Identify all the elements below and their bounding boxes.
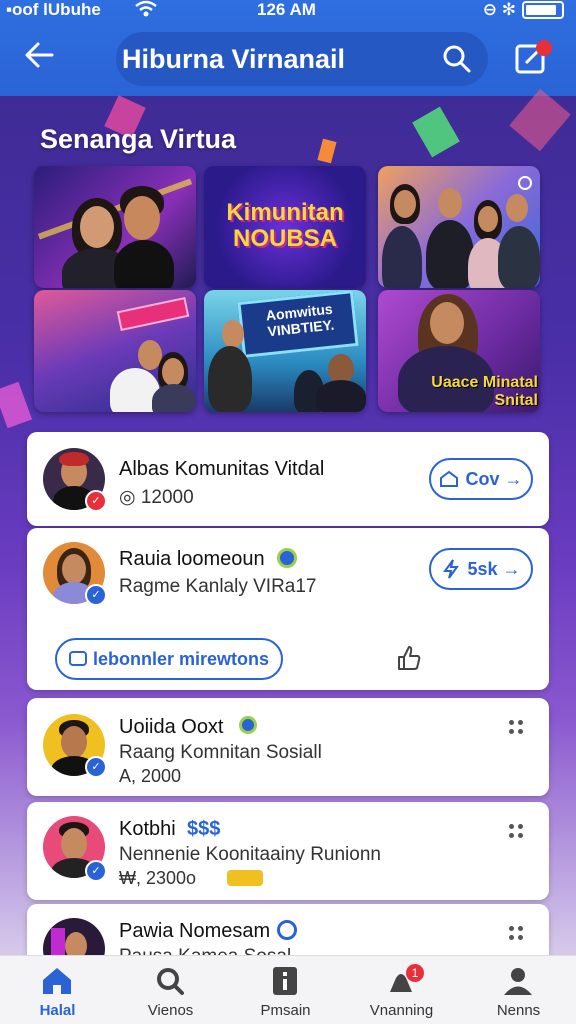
member-count: ◎ 12000 (119, 487, 194, 508)
card-name: Kotbhi (119, 818, 176, 840)
nav-info[interactable]: Pmsain (228, 956, 343, 1024)
featured-grid: Kimunitan NOUBSA Aomwitus VINBTIEY. Uaac… (34, 166, 544, 418)
card-name: Uoiida Ooxt (119, 716, 224, 738)
notification-badge: 1 (406, 964, 424, 982)
carrier-label: ▪oof lUbuhe (6, 0, 101, 19)
top-app-bar: ▪oof lUbuhe 126 AM ⊖ ✻ Hiburna Virnanail (0, 0, 576, 96)
arrow-left-icon (25, 42, 54, 68)
thumbs-up-icon[interactable] (395, 644, 423, 672)
tile-caption: Uaace Minatal Snital (431, 374, 538, 409)
discussion-button[interactable]: lebonnler mirewtons (55, 638, 283, 680)
more-options-icon[interactable] (509, 824, 525, 840)
card-name: Albas Komunitas Vitdal (119, 458, 325, 480)
search-icon[interactable] (442, 44, 472, 74)
page-title: Hiburna Virnanail (122, 44, 346, 74)
nav-label: Nenns (496, 1002, 541, 1019)
bolt-icon (443, 559, 460, 579)
bottom-navigation: Halal Vienos Pmsain 1 Vnanning Nenns (0, 955, 576, 1024)
community-card[interactable]: ✓ Kotbhi $$$ Nennenie Koonitaainy Runion… (27, 802, 549, 900)
search-icon (157, 968, 184, 995)
community-icon (440, 470, 459, 487)
featured-tile[interactable] (378, 166, 540, 288)
featured-tile[interactable] (34, 166, 196, 288)
discussion-button-label: lebonnler mirewtons (92, 648, 270, 669)
notification-dot (536, 40, 552, 56)
info-icon (518, 176, 532, 190)
status-time: 126 AM (257, 0, 316, 19)
back-button[interactable] (22, 38, 62, 78)
info-icon (273, 967, 297, 995)
nav-search[interactable]: Vienos (113, 956, 228, 1024)
nav-label: Pmsain (260, 1002, 311, 1019)
status-bar: ▪oof lUbuhe 126 AM ⊖ ✻ (0, 0, 576, 22)
profile-icon (504, 968, 532, 995)
decor-shard (0, 381, 33, 429)
nav-home[interactable]: Halal (0, 956, 115, 1024)
nav-notifications[interactable]: 1 Vnanning (344, 956, 459, 1024)
member-count: ₩, 2300o (119, 868, 197, 888)
featured-tile[interactable]: Aomwitus VINBTIEY. (204, 290, 366, 412)
home-icon (43, 968, 71, 994)
community-card[interactable]: ✓ Rauia loomeoun Ragme Kanlaly VIRa17 5s… (27, 528, 549, 690)
decor-shard (317, 138, 337, 164)
community-card[interactable]: ✓ Uoiida Ooxt Raang Komnitan Sosiall A, … (27, 698, 549, 796)
tile-caption: Kimunitan NOUBSA (226, 199, 344, 252)
search-bar[interactable]: Hiburna Virnanail (116, 32, 488, 86)
verified-badge: ✓ (85, 756, 107, 778)
community-card[interactable]: ✓ Albas Komunitas Vitdal ◎ 12000 Cov → (27, 432, 549, 526)
member-count: A, 2000 (119, 766, 182, 786)
card-subtitle: Ragme Kanlaly VIRa17 (119, 576, 317, 597)
coin-icon (227, 870, 263, 886)
more-options-icon[interactable] (509, 926, 525, 942)
nav-label: Vienos (147, 1002, 194, 1019)
section-title: Senanga Virtua (40, 124, 237, 154)
nav-profile[interactable]: Nenns (461, 956, 576, 1024)
card-name: Pawia Nomesam (119, 920, 271, 942)
decor-shard (509, 88, 571, 152)
card-tag: $$$ (187, 818, 221, 840)
join-button-label: Cov → (465, 468, 523, 489)
action-button[interactable]: 5sk → (429, 548, 533, 590)
card-subtitle: Nennenie Koonitaainy Runionn (119, 844, 381, 865)
nav-label: Vnanning (369, 1002, 434, 1019)
card-subtitle: Raang Komnitan Sosiall (119, 742, 322, 763)
featured-tile[interactable]: Uaace Minatal Snital (378, 290, 540, 412)
verified-badge: ✓ (85, 490, 107, 512)
verified-badge: ✓ (85, 860, 107, 882)
verified-icon (239, 716, 257, 734)
decor-shard (412, 106, 460, 158)
battery-icon (522, 1, 564, 19)
verified-icon (277, 920, 297, 940)
verified-badge: ✓ (85, 584, 107, 606)
more-options-icon[interactable] (509, 720, 525, 736)
nav-label: Halal (39, 1002, 76, 1019)
card-name: Rauia loomeoun (119, 548, 265, 570)
verified-icon (277, 548, 297, 568)
featured-tile[interactable]: Kimunitan NOUBSA (204, 166, 366, 288)
featured-tile[interactable] (34, 290, 196, 412)
chat-icon (68, 651, 87, 666)
wifi-icon (135, 0, 157, 17)
join-button[interactable]: Cov → (429, 458, 533, 500)
action-button-label: 5sk → (467, 558, 521, 579)
status-icons: ⊖ ✻ (482, 0, 516, 19)
